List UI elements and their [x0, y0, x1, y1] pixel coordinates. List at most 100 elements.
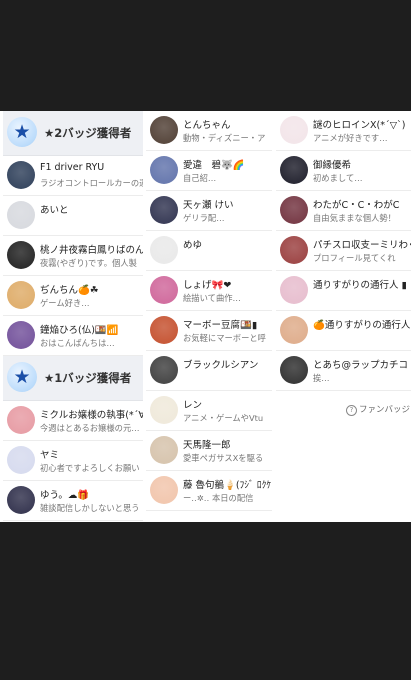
user-row[interactable]: めゆ	[146, 231, 272, 271]
user-row[interactable]: あいと	[3, 196, 143, 236]
badge1-header: ★ ★1バッジ獲得者	[3, 356, 143, 401]
user-row[interactable]: 鐘焔ひろ(仏)🍱📶 おはこんばんちは…	[3, 316, 143, 356]
user-name: ぢんちん🍊☘	[40, 285, 99, 296]
avatar[interactable]	[280, 356, 308, 384]
user-row[interactable]: 桃ノ井夜霧白鳳りばのんと。夜霧(やぎり)です。個人製	[3, 236, 143, 276]
user-row[interactable]: 天ヶ瀬 けい ゲリラ配…	[146, 191, 272, 231]
user-row[interactable]: 🍊通りすがりの通行人	[276, 311, 411, 351]
user-description: ラジオコントロールカーの運	[40, 178, 143, 188]
user-description: ゲリラ配…	[183, 213, 225, 223]
user-name: ミクルお嬢様の執事(*´∀`*	[40, 410, 143, 421]
user-row[interactable]: 愛違 碧🐺🌈 自己紹…	[146, 151, 272, 191]
user-row[interactable]: レンアニメ・ゲームやVtu	[146, 391, 272, 431]
avatar[interactable]	[7, 406, 35, 434]
user-name: 🍊通りすがりの通行人	[313, 320, 411, 331]
user-description: 初心者ですよろしくお願い	[40, 463, 140, 473]
user-description: 自己紹…	[183, 173, 217, 183]
user-row[interactable]: ゆう。☁🎁 雑談配信しかしないと思う	[3, 481, 143, 521]
user-row[interactable]: F1 driver RYU ラジオコントロールカーの運	[3, 156, 143, 196]
user-name: パチスロ収支ーミリわくく	[313, 240, 411, 251]
user-row[interactable]: ぢんちん🍊☘ ゲーム好き…	[3, 276, 143, 316]
user-description: ー‥✲‥ 本日の配信	[183, 493, 254, 503]
user-description: 挨…	[313, 373, 330, 383]
user-row[interactable]: ブラックルシアン	[146, 351, 272, 391]
screenshot-panel: ★ ★2バッジ獲得者 F1 driver RYU ラジオコントロールカーの運 あいと…	[0, 111, 411, 522]
avatar[interactable]	[7, 446, 35, 474]
user-row[interactable]: 通りすがりの通行人 ▮	[276, 271, 411, 311]
avatar[interactable]	[280, 196, 308, 224]
user-description: 愛車ペガサスXを駆る	[183, 453, 264, 463]
user-row[interactable]: マーボー豆腐🍱▮ お気軽にマーボーと呼	[146, 311, 272, 351]
user-row[interactable]: しょげ🎀❤ 絵描いて曲作…	[146, 271, 272, 311]
column-left: ★ ★2バッジ獲得者 F1 driver RYU ラジオコントロールカーの運 あいと…	[3, 111, 143, 522]
user-name: ブラックルシアン	[183, 360, 259, 371]
avatar[interactable]	[280, 156, 308, 184]
fan-badge-help[interactable]: ? ファンバッジ	[276, 391, 411, 421]
user-name: しょげ🎀❤	[183, 280, 232, 291]
user-name: 御縁優希	[313, 160, 352, 171]
avatar[interactable]	[150, 476, 178, 504]
avatar[interactable]	[280, 316, 308, 344]
user-name: ヤミ	[40, 450, 60, 461]
avatar[interactable]	[280, 276, 308, 304]
user-name: とんちゃん	[183, 120, 231, 131]
user-name: 謎のヒロインX(*´▽`)	[313, 120, 406, 131]
user-name: ゆう。☁🎁	[40, 490, 90, 501]
user-description: 自由気ままな個人勢！	[313, 213, 396, 223]
user-name: F1 driver RYU	[40, 162, 105, 173]
star-badge-icon: ★	[7, 362, 37, 392]
user-row[interactable]: とんちゃん 動物・ディズニー・ア	[146, 111, 272, 151]
user-row[interactable]: 藤 魯句鶺🍦(ﾌｼﾞ ﾛｸｹ ー‥✲‥ 本日の配信	[146, 471, 272, 511]
avatar[interactable]	[150, 276, 178, 304]
badge2-header: ★ ★2バッジ獲得者	[3, 111, 143, 156]
avatar[interactable]	[7, 486, 35, 514]
avatar[interactable]	[7, 321, 35, 349]
user-name: 鐘焔ひろ(仏)🍱📶	[40, 325, 119, 336]
avatar[interactable]	[280, 116, 308, 144]
column-middle: とんちゃん 動物・ディズニー・ア愛違 碧🐺🌈 自己紹… 天ヶ瀬 けい ゲリラ配… めゆしょ…	[146, 111, 272, 522]
avatar[interactable]	[150, 316, 178, 344]
avatar[interactable]	[7, 161, 35, 189]
avatar[interactable]	[150, 116, 178, 144]
avatar[interactable]	[150, 196, 178, 224]
avatar[interactable]	[7, 241, 35, 269]
user-name: マーボー豆腐🍱▮	[183, 320, 258, 331]
user-description: 雑談配信しかしないと思う	[40, 503, 140, 513]
avatar[interactable]	[150, 396, 178, 424]
user-name: あいと	[40, 205, 69, 216]
avatar[interactable]	[7, 281, 35, 309]
user-description: 今週はとあるお嬢様の元…	[40, 423, 140, 433]
user-name: めゆ	[183, 240, 203, 251]
user-description: 初めまして…	[313, 173, 363, 183]
user-name: わたがC・C・わがC	[313, 200, 400, 211]
user-row[interactable]: とあち@ラップカチコ 挨…	[276, 351, 411, 391]
avatar[interactable]	[150, 236, 178, 264]
user-row[interactable]: ヤミ初心者ですよろしくお願い	[3, 441, 143, 481]
user-description: アニメが好きです…	[313, 133, 388, 143]
badge1-title: ★1バッジ獲得者	[44, 371, 132, 385]
user-row[interactable]: 天馬隆一郎 愛車ペガサスXを駆る	[146, 431, 272, 471]
avatar[interactable]	[280, 236, 308, 264]
star-badge-icon: ★	[7, 117, 37, 147]
user-row[interactable]: 御縁優希初めまして…	[276, 151, 411, 191]
help-icon: ?	[346, 405, 357, 416]
badge2-title: ★2バッジ獲得者	[44, 126, 132, 140]
user-row[interactable]: ミクルお嬢様の執事(*´∀`* 今週はとあるお嬢様の元…	[3, 401, 143, 441]
user-description: アニメ・ゲームやVtu	[183, 413, 264, 423]
user-name: とあち@ラップカチコ	[313, 360, 409, 371]
avatar[interactable]	[150, 156, 178, 184]
user-row[interactable]: パチスロ収支ーミリわくくプロフィール見てくれ	[276, 231, 411, 271]
user-description: お気軽にマーボーと呼	[183, 333, 266, 343]
user-description: プロフィール見てくれ	[313, 253, 396, 263]
user-name: 通りすがりの通行人 ▮	[313, 280, 407, 291]
user-row[interactable]: わたがC・C・わがC 自由気ままな個人勢！	[276, 191, 411, 231]
avatar[interactable]	[7, 201, 35, 229]
avatar[interactable]	[150, 436, 178, 464]
user-row[interactable]: 謎のヒロインX(*´▽`) アニメが好きです…	[276, 111, 411, 151]
user-name: レン	[183, 400, 203, 411]
avatar[interactable]	[150, 356, 178, 384]
fan-badge-label: ファンバッジ	[359, 405, 411, 415]
user-name: 愛違 碧🐺🌈	[183, 160, 245, 171]
user-description: 絵描いて曲作…	[183, 293, 241, 303]
user-name: 桃ノ井夜霧白鳳りばのんと。	[40, 245, 143, 256]
